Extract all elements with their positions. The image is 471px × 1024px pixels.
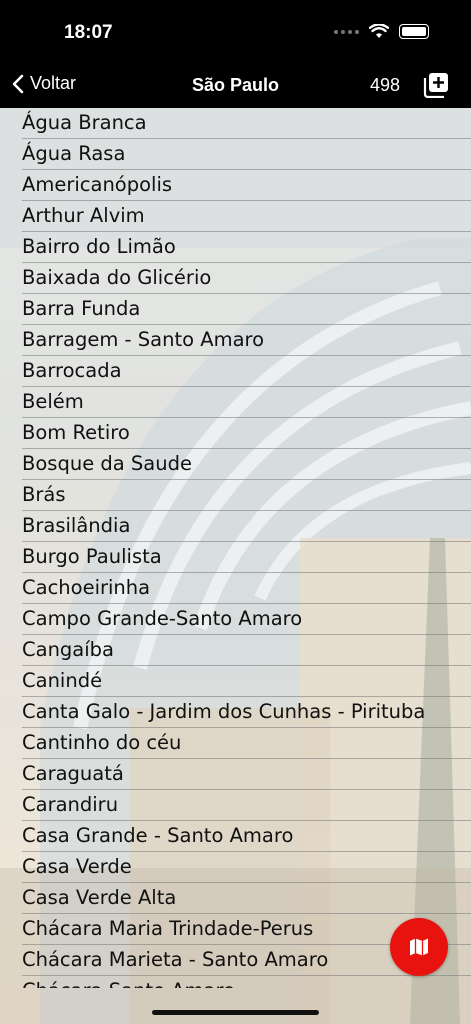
list-item[interactable]: Campo Grande-Santo Amaro — [22, 604, 471, 635]
list-item[interactable]: Barra Funda — [22, 294, 471, 325]
list-item[interactable]: Bosque da Saude — [22, 449, 471, 480]
list-item[interactable]: Americanópolis — [22, 170, 471, 201]
page-title: São Paulo — [191, 75, 280, 95]
wifi-icon — [369, 24, 389, 38]
status-icons — [334, 24, 429, 39]
list-item[interactable]: Belém — [22, 387, 471, 418]
cellular-signal-icon — [334, 29, 359, 34]
list-item[interactable]: Água Branca — [22, 108, 471, 139]
list-item[interactable]: Caraguatá — [22, 759, 471, 790]
home-indicator — [152, 1010, 319, 1015]
district-list: Água Branca Água Rasa Americanópolis Arthur… — [0, 108, 471, 988]
list-item[interactable]: Burgo Paulista — [22, 542, 471, 573]
list-item[interactable]: Canta Galo - Jardim dos Cunhas - Piritub… — [22, 697, 471, 728]
list-item[interactable]: Barrocada — [22, 356, 471, 387]
list-item[interactable]: Bom Retiro — [22, 418, 471, 449]
list-item[interactable]: Arthur Alvim — [22, 201, 471, 232]
list-item[interactable]: Canindé — [22, 666, 471, 697]
list-item[interactable]: Carandiru — [22, 790, 471, 821]
list-item[interactable]: Casa Grande - Santo Amaro — [22, 821, 471, 852]
list-item[interactable]: Água Rasa — [22, 139, 471, 170]
status-bar: 18:07 — [0, 0, 471, 66]
list-item[interactable]: Brás — [22, 480, 471, 511]
list-item[interactable]: Cachoeirinha — [22, 573, 471, 604]
map-button[interactable] — [390, 918, 448, 976]
battery-icon — [399, 24, 429, 39]
item-count: 498 — [369, 75, 400, 95]
list-item[interactable]: Bairro do Limão — [22, 232, 471, 263]
list-item[interactable]: Baixada do Glicério — [22, 263, 471, 294]
list-item[interactable]: Barragem - Santo Amaro — [22, 325, 471, 356]
list-item[interactable]: Cangaíba — [22, 635, 471, 666]
list-item[interactable]: Brasilândia — [22, 511, 471, 542]
list-item[interactable]: Casa Verde Alta — [22, 883, 471, 914]
list-item[interactable]: Chácara Santo Amaro — [22, 976, 471, 988]
list-item[interactable]: Cantinho do céu — [22, 728, 471, 759]
status-time: 18:07 — [64, 22, 113, 43]
map-icon — [410, 938, 428, 956]
list-item[interactable]: Casa Verde — [22, 852, 471, 883]
navigation-bar: Voltar São Paulo 498 — [0, 66, 471, 108]
add-button[interactable] — [423, 72, 449, 98]
